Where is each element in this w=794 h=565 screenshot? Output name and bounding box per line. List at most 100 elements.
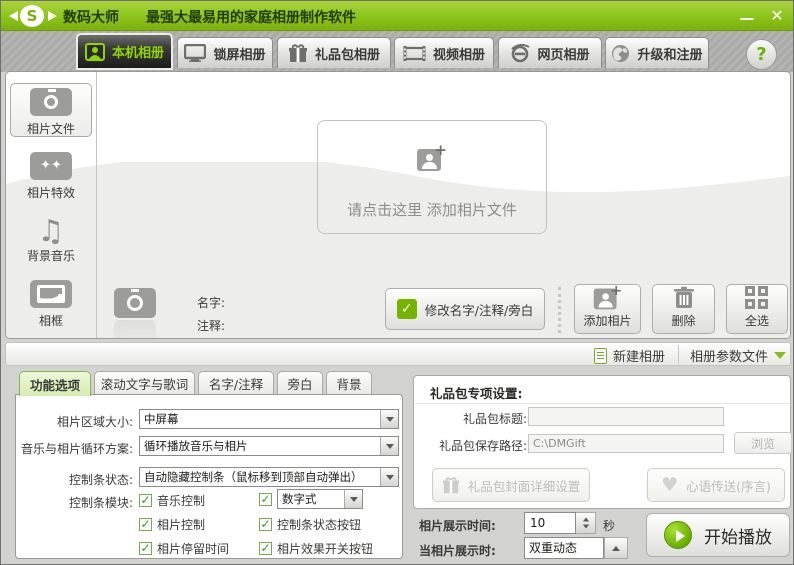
tab-label: 背景: [336, 377, 362, 392]
dropdown-arrow-icon[interactable]: [344, 490, 362, 508]
control-bar-state-value: 自动隐藏控制条（鼠标移到顶部自动弹出）: [144, 470, 363, 484]
checkbox-digital-display[interactable]: ✓ 数字式: [259, 489, 363, 509]
sidebar-item-photo-frame[interactable]: 相框: [11, 280, 91, 329]
display-time-spinner[interactable]: [576, 512, 596, 534]
gift-title-input[interactable]: [528, 407, 724, 426]
tab-function-options[interactable]: 功能选项: [19, 371, 91, 396]
vertical-dotted-divider: [558, 287, 561, 333]
digital-style-value: 数字式: [282, 492, 317, 506]
tab-video-album[interactable]: 视频相册: [394, 37, 494, 68]
checkbox-control-bar-state-button[interactable]: ✓ 控制条状态按钮: [259, 516, 361, 533]
sparkles-icon: ✦✦: [30, 152, 72, 180]
sidebar-item-label: 相框: [38, 314, 63, 328]
tab-label: 视频相册: [432, 47, 485, 63]
album-params-button[interactable]: 相册参数文件: [690, 346, 787, 365]
logo-letter: S: [20, 5, 44, 27]
tab-background[interactable]: 背景: [326, 371, 372, 395]
album-bar: 新建相册 相册参数文件: [5, 342, 791, 366]
divider: [678, 345, 679, 364]
nav-tab-bar: 本机相册 锁屏相册 礼品包相册 视频相册 网页相册 升级和注册 ?: [1, 31, 793, 72]
gift-cover-settings-button[interactable]: 礼品包封面详细设置: [432, 468, 590, 502]
app-subtitle: 最强大最易用的家庭相册制作软件: [146, 10, 356, 26]
edit-name-note-button[interactable]: ✓ 修改名字/注释/旁白: [385, 288, 545, 330]
delete-button[interactable]: 删除: [652, 284, 715, 334]
display-time-label: 相片展示时间:: [419, 519, 496, 533]
control-bar-modules-label: 控制条模块:: [68, 496, 133, 510]
spinner-down-icon[interactable]: [582, 524, 589, 529]
checkbox-icon[interactable]: ✓: [259, 542, 272, 555]
add-photos-dropzone[interactable]: + 请点击这里 添加相片文件: [317, 120, 547, 234]
dropdown-arrow-icon[interactable]: [380, 410, 398, 428]
tab-giftpack-album[interactable]: 礼品包相册: [277, 37, 391, 68]
tab-web-album[interactable]: 网页相册: [498, 37, 602, 68]
start-playback-button[interactable]: 开始播放: [646, 513, 790, 557]
display-mode-value[interactable]: 双重动态: [524, 537, 604, 559]
control-bar-state-label: 控制条状态:: [68, 473, 133, 487]
select-all-button[interactable]: 全选: [726, 284, 788, 334]
spinner-up-icon[interactable]: [582, 517, 589, 522]
tab-label: 名字/注释: [208, 377, 264, 392]
checkbox-icon[interactable]: ✓: [259, 518, 272, 531]
checkbox-icon[interactable]: ✓: [139, 542, 152, 555]
sidebar-item-photo-files[interactable]: 相片文件: [11, 88, 91, 137]
button-label: 删除: [671, 314, 696, 328]
tab-label: 本机相册: [111, 46, 164, 61]
control-bar-state-select[interactable]: 自动隐藏控制条（鼠标移到顶部自动弹出）: [139, 467, 399, 487]
trash-icon: [673, 286, 694, 308]
chevron-down-icon: [774, 352, 787, 359]
loop-plan-label: 音乐与相片循环方案:: [20, 442, 133, 456]
checkbox-icon[interactable]: ✓: [139, 518, 152, 531]
play-button-label: 开始播放: [704, 527, 772, 548]
photo-area-select[interactable]: 中屏幕: [139, 409, 399, 429]
tab-name-note[interactable]: 名字/注释: [198, 371, 274, 395]
sidebar-item-background-music[interactable]: ♫ 背景音乐: [11, 217, 91, 264]
checkbox-photo-dwell-time[interactable]: ✓ 相片停留时间: [139, 540, 229, 557]
tab-narration[interactable]: 旁白: [277, 371, 323, 395]
gift-icon: [288, 43, 307, 62]
checkbox-icon[interactable]: ✓: [259, 492, 272, 506]
add-photo-button[interactable]: + 添加相片: [574, 283, 641, 334]
sidebar-item-photo-effects[interactable]: ✦✦ 相片特效: [11, 152, 91, 201]
display-mode-dropup-button[interactable]: [604, 537, 628, 559]
new-album-button[interactable]: 新建相册: [594, 346, 665, 365]
help-button[interactable]: ?: [746, 39, 777, 70]
checkbox-music-control[interactable]: ✓ 音乐控制: [139, 492, 205, 509]
display-mode-label: 当相片展示时:: [419, 544, 496, 558]
name-label: 名字:: [197, 296, 226, 310]
checkbox-label: 音乐控制: [157, 494, 206, 508]
title-bar: S 数码大师 最强大最易用的家庭相册制作软件 — ✕: [1, 1, 793, 31]
tab-label: 功能选项: [29, 377, 80, 393]
app-logo-icon: S: [9, 5, 57, 27]
display-time-input[interactable]: [524, 512, 576, 534]
tab-lockscreen-album[interactable]: 锁屏相册: [177, 37, 273, 68]
album-params-label: 相册参数文件: [690, 350, 769, 365]
gift-icon: [442, 476, 459, 493]
loop-plan-select[interactable]: 循环播放音乐与相片: [139, 436, 399, 456]
minimize-button[interactable]: —: [735, 5, 759, 27]
close-button[interactable]: ✕: [765, 5, 789, 27]
tab-upgrade-register[interactable]: 升级和注册: [605, 37, 709, 68]
dropdown-arrow-icon[interactable]: [380, 468, 398, 486]
chevron-up-icon: [612, 545, 620, 551]
dropdown-arrow-icon[interactable]: [380, 437, 398, 455]
checkbox-label: 控制条状态按钮: [277, 518, 362, 532]
app-name: 数码大师: [63, 10, 119, 26]
tab-label: 升级和注册: [637, 47, 703, 63]
tab-scrolling-text-lyrics[interactable]: 滚动文字与歌词: [94, 371, 195, 395]
sidebar: 相片文件 ✦✦ 相片特效 ♫ 背景音乐 相框: [6, 72, 97, 338]
tab-label: 礼品包相册: [314, 47, 380, 63]
gift-path-input[interactable]: [528, 434, 724, 453]
checkbox-photo-effect-toggle[interactable]: ✓ 相片效果开关按钮: [259, 540, 373, 557]
checkbox-icon[interactable]: ✓: [139, 494, 152, 507]
tab-local-album[interactable]: 本机相册: [76, 33, 173, 70]
checkbox-label: 相片效果开关按钮: [277, 542, 374, 556]
heart-message-button[interactable]: ♥ 心语传送(序言): [647, 468, 785, 502]
sidebar-item-label: 相片特效: [26, 186, 75, 200]
film-icon: [403, 45, 426, 61]
browse-button[interactable]: 浏览: [734, 432, 792, 454]
digital-style-select[interactable]: 数字式: [277, 489, 363, 509]
checkbox-photo-control[interactable]: ✓ 相片控制: [139, 516, 205, 533]
heart-icon: ♥: [661, 473, 679, 496]
divider: [415, 403, 789, 404]
tab-label: 锁屏相册: [213, 47, 266, 63]
